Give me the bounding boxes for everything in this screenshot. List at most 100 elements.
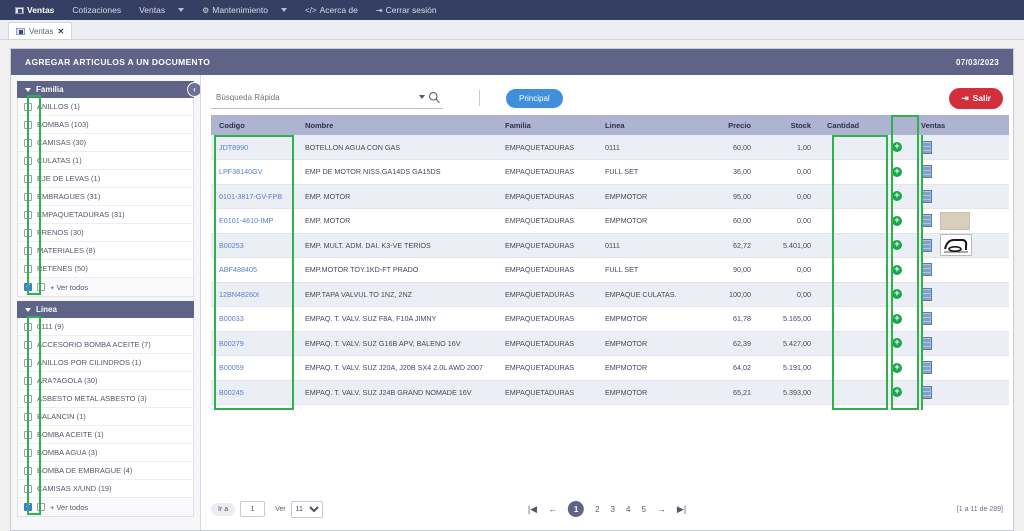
- checkbox[interactable]: [24, 340, 32, 349]
- facet-item-asbesto-metal-asbesto[interactable]: ASBESTO METAL ASBESTO (3): [18, 390, 193, 408]
- facet-familia-header[interactable]: Familia ‹: [17, 81, 200, 98]
- checkbox[interactable]: [24, 394, 32, 403]
- table-row[interactable]: ABF488405 EMP.MOTOR TOY.1KD-FT PRADO EMP…: [211, 257, 1009, 283]
- add-row-button[interactable]: +: [892, 240, 902, 251]
- facet-item-accesorio-bomba-aceite[interactable]: ACCESORIO BOMBA ACEITE (7): [18, 336, 193, 354]
- facet-item-bomba-de-embrague[interactable]: BOMBA DE EMBRAGUE (4): [18, 462, 193, 480]
- checkbox[interactable]: [24, 412, 32, 421]
- cell-cantidad[interactable]: [819, 380, 881, 405]
- principal-button[interactable]: Principal: [506, 88, 563, 108]
- cabinet-icon[interactable]: [921, 165, 932, 179]
- checkbox[interactable]: [24, 282, 32, 292]
- add-row-button[interactable]: +: [892, 264, 902, 275]
- cell-cantidad[interactable]: [819, 282, 881, 307]
- product-thumbnail[interactable]: [940, 234, 972, 257]
- col-precio[interactable]: Precio: [697, 115, 759, 135]
- search-icon[interactable]: [428, 91, 441, 109]
- facet-item-retenes[interactable]: RETENES (50): [18, 260, 193, 278]
- sidebar-collapse-button[interactable]: ‹: [187, 82, 200, 97]
- last-page-icon[interactable]: ▶|: [677, 504, 686, 515]
- cabinet-icon[interactable]: [921, 140, 932, 154]
- cell-cantidad[interactable]: [819, 135, 881, 160]
- cell-codigo[interactable]: B00059: [211, 355, 297, 381]
- table-row[interactable]: LPF38140GV EMP DE MOTOR NISS.GA14DS GA15…: [211, 159, 1009, 185]
- cell-codigo[interactable]: JDT8990: [211, 135, 297, 160]
- table-row[interactable]: E0101-4610-IMP EMP. MOTOR EMPAQUETADURAS…: [211, 208, 1009, 234]
- cabinet-icon[interactable]: [921, 189, 932, 203]
- checkbox[interactable]: [37, 283, 45, 291]
- table-row[interactable]: B00059 EMPAQ. T. VALV. SUZ J20A, J20B SX…: [211, 355, 1009, 381]
- nav-item-mantenimiento[interactable]: ⚙ Mantenimiento: [193, 0, 296, 20]
- tab-ventas[interactable]: Ventas ✕: [8, 22, 73, 39]
- facet-item-anillos[interactable]: ANILLOS (1): [18, 98, 193, 116]
- table-row[interactable]: 0101-3817-GV-FPB EMP. MOTOR EMPAQUETADUR…: [211, 184, 1009, 209]
- checkbox[interactable]: [24, 156, 32, 165]
- page-3[interactable]: 3: [611, 505, 615, 514]
- table-row[interactable]: B00033 EMPAQ. T. VALV. SUZ F8A, F10A JIM…: [211, 306, 1009, 332]
- page-4[interactable]: 4: [626, 505, 630, 514]
- cabinet-icon[interactable]: [921, 263, 932, 277]
- checkbox[interactable]: [24, 358, 32, 367]
- nav-item-ventas[interactable]: Ventas: [6, 0, 63, 20]
- cell-codigo[interactable]: ABF488405: [211, 257, 297, 283]
- cell-codigo[interactable]: 12BN48260I: [211, 282, 297, 307]
- nav-item-cerrar-sesion[interactable]: ⇥ Cerrar sesión: [367, 0, 446, 20]
- checkbox[interactable]: [24, 246, 32, 255]
- cell-cantidad[interactable]: [819, 184, 881, 209]
- nav-item-ventas-menu[interactable]: Ventas: [130, 0, 193, 20]
- add-row-button[interactable]: +: [892, 362, 902, 373]
- col-linea[interactable]: Linea: [597, 115, 697, 135]
- facet-item-materiales[interactable]: MATERIALES (8): [18, 242, 193, 260]
- col-codigo[interactable]: Codigo: [211, 115, 297, 135]
- facet-item-embragues[interactable]: EMBRAGUES (31): [18, 188, 193, 206]
- cell-codigo[interactable]: B00033: [211, 306, 297, 332]
- table-row[interactable]: B00279 EMPAQ. T. VALV. SUZ G16B APV, BAL…: [211, 331, 1009, 356]
- nav-item-acerca-de[interactable]: </> Acerca de: [296, 0, 367, 20]
- facet-item-frenos[interactable]: FRENOS (30): [18, 224, 193, 242]
- checkbox[interactable]: [24, 210, 32, 219]
- cabinet-icon[interactable]: [921, 238, 932, 252]
- cabinet-icon[interactable]: [921, 214, 932, 228]
- facet-item-camisas-xund[interactable]: CAMISAS X/UND (19): [18, 480, 193, 498]
- cell-cantidad[interactable]: [819, 331, 881, 356]
- cabinet-icon[interactable]: [921, 287, 932, 301]
- col-stock[interactable]: Stock: [759, 115, 819, 135]
- table-row[interactable]: 12BN48260I EMP.TAPA VALVUL TO 1NZ, 2NZ E…: [211, 282, 1009, 307]
- page-2[interactable]: 2: [595, 505, 599, 514]
- facet-item-bombas[interactable]: BOMBAS (103): [18, 116, 193, 134]
- page-5[interactable]: 5: [641, 505, 645, 514]
- next-page-icon[interactable]: →: [657, 504, 666, 514]
- table-row[interactable]: B00253 EMP. MULT. ADM. DAI. K3-VE TERIOS…: [211, 233, 1009, 258]
- table-row[interactable]: B00245 EMPAQ. T. VALV. SUZ J24B GRAND NO…: [211, 380, 1009, 405]
- salir-button[interactable]: ⇥ Salir: [949, 87, 1003, 109]
- cell-cantidad[interactable]: [819, 159, 881, 185]
- facet-item-empaquetaduras[interactable]: EMPAQUETADURAS (31): [18, 206, 193, 224]
- facet-linea-header[interactable]: Linea: [17, 301, 194, 318]
- facet-item-eje-de-levas[interactable]: EJE DE LEVAS (1): [18, 170, 193, 188]
- prev-page-icon[interactable]: ←: [548, 504, 557, 514]
- add-row-button[interactable]: +: [892, 313, 902, 324]
- cabinet-icon[interactable]: [921, 336, 932, 350]
- add-row-button[interactable]: +: [892, 166, 902, 177]
- add-row-button[interactable]: +: [892, 191, 902, 202]
- facet-item-aranagola[interactable]: ARA?AGOLA (30): [18, 372, 193, 390]
- cabinet-icon[interactable]: [921, 312, 932, 326]
- col-nombre[interactable]: Nombre: [297, 115, 497, 135]
- table-row[interactable]: JDT8990 BOTELLON AGUA CON GAS EMPAQUETAD…: [211, 135, 1009, 160]
- checkbox[interactable]: [24, 322, 32, 331]
- col-cantidad[interactable]: Cantidad: [819, 115, 881, 135]
- chevron-down-icon[interactable]: [419, 95, 425, 100]
- facet-familia-ver-todos[interactable]: + Ver todos: [18, 278, 193, 296]
- facet-item-anillos-por-cilindros[interactable]: ANILLOS POR CILINDROS (1): [18, 354, 193, 372]
- cell-codigo[interactable]: B00279: [211, 331, 297, 356]
- cell-codigo[interactable]: LPF38140GV: [211, 159, 297, 185]
- page-1[interactable]: 1: [568, 501, 585, 517]
- search-input[interactable]: [211, 87, 443, 109]
- add-row-button[interactable]: +: [892, 338, 902, 349]
- cell-codigo[interactable]: 0101-3817-GV-FPB: [211, 184, 297, 209]
- cell-cantidad[interactable]: [819, 355, 881, 381]
- facet-item-culatas[interactable]: CULATAS (1): [18, 152, 193, 170]
- cell-cantidad[interactable]: [819, 257, 881, 283]
- checkbox[interactable]: [24, 228, 32, 237]
- checkbox[interactable]: [24, 138, 32, 147]
